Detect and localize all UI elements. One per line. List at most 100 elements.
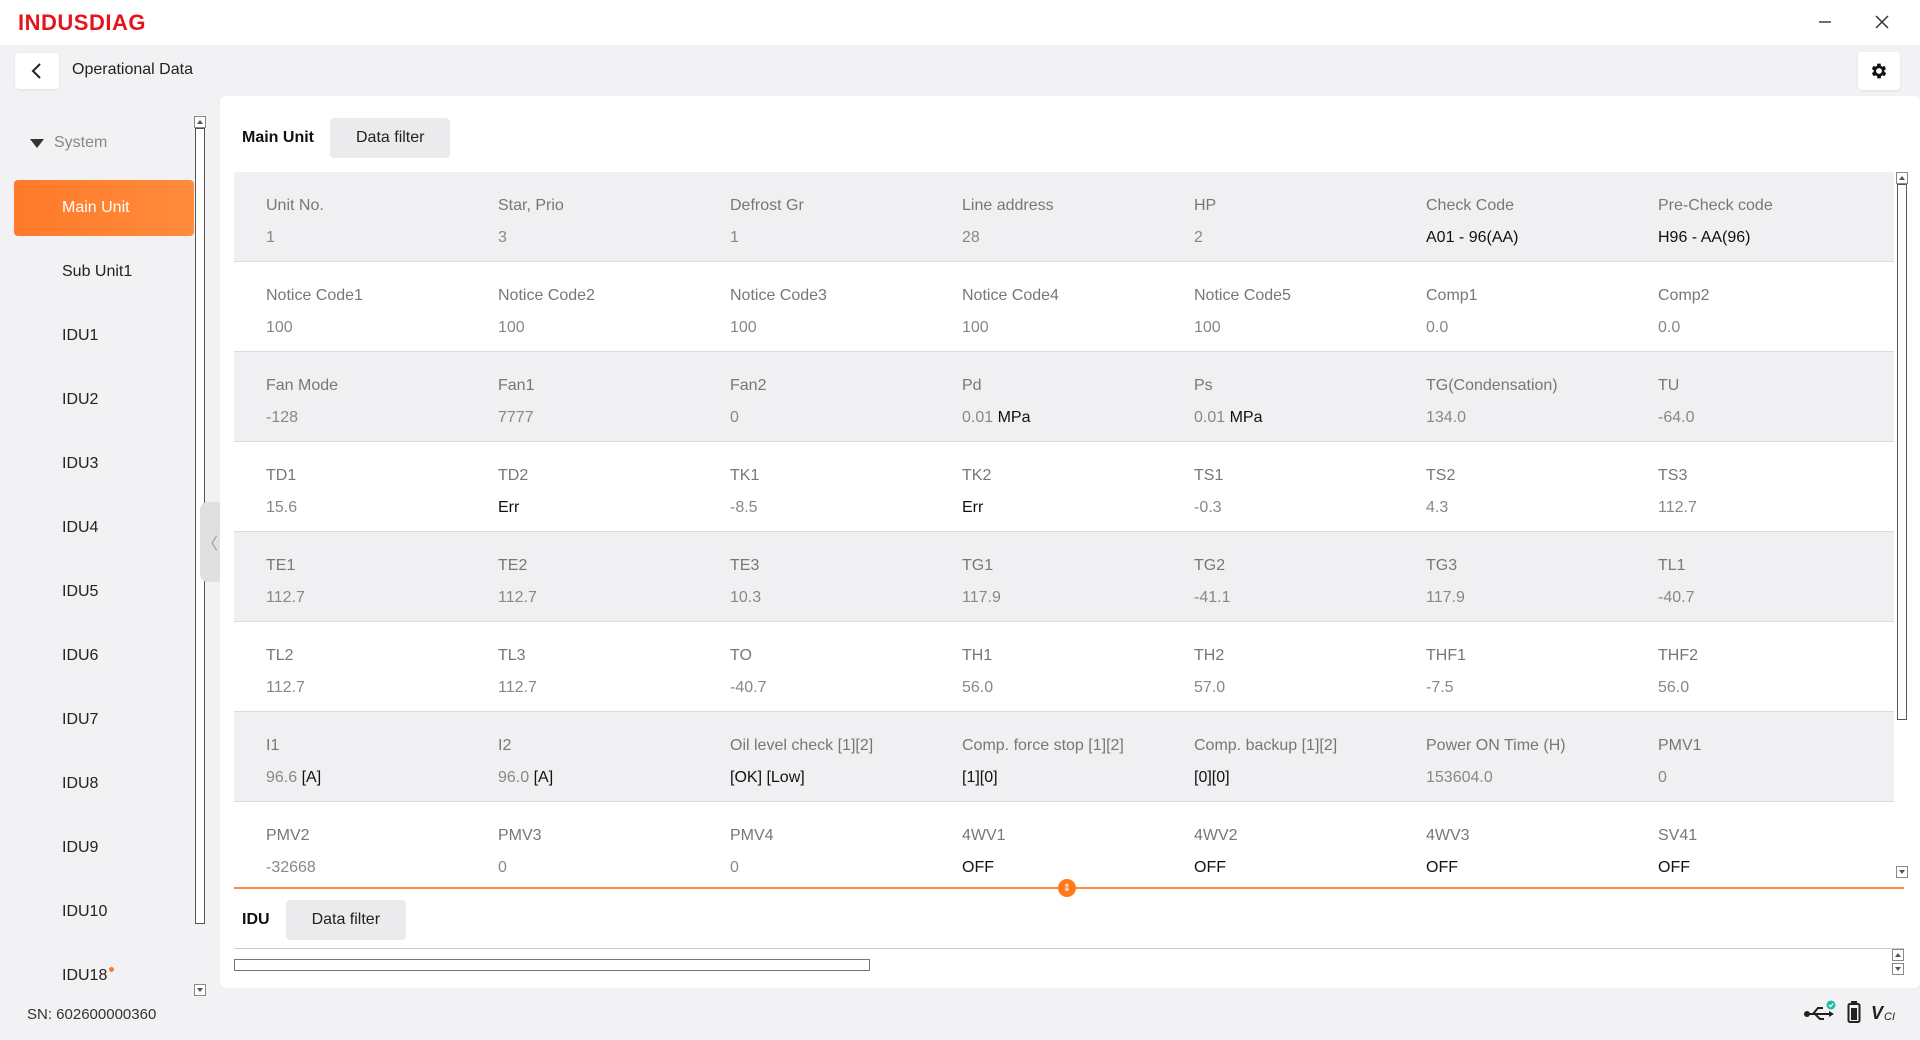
data-value: 4.3 (1426, 492, 1626, 524)
sidebar-item-idu2[interactable]: IDU2 (14, 372, 194, 428)
value-number: 7777 (498, 409, 534, 426)
sidebar-item-idu6[interactable]: IDU6 (14, 628, 194, 684)
sidebar-item-label: IDU2 (62, 391, 99, 408)
data-cell: TE2 112.7 (466, 532, 698, 621)
system-group-toggle[interactable]: System (30, 134, 107, 152)
sidebar-item-idu18[interactable]: IDU18 (14, 948, 194, 1004)
value-number: 100 (266, 319, 293, 336)
data-value: [OK] [Low] (730, 762, 930, 794)
sidebar-item-label: IDU10 (62, 903, 108, 920)
value-number: 57.0 (1194, 679, 1226, 696)
data-cell: PMV1 0 (1626, 712, 1858, 801)
data-label: Defrost Gr (730, 197, 804, 214)
idu-data-filter-button[interactable]: Data filter (285, 900, 407, 940)
data-label: TS3 (1658, 467, 1688, 484)
sidebar-item-idu4[interactable]: IDU4 (14, 500, 194, 556)
data-cell: Ps 0.01 MPa (1162, 352, 1394, 441)
sidebar-item-sub-unit1[interactable]: Sub Unit1 (14, 244, 194, 300)
data-value: Err (498, 492, 698, 524)
chevron-left-icon (31, 63, 41, 79)
settings-button[interactable] (1858, 52, 1900, 90)
scroll-down-arrow[interactable] (1892, 963, 1904, 975)
main-panel: Main Unit Data filter Unit No. 1 Star, Pri… (220, 96, 1920, 988)
minimize-icon (1819, 21, 1831, 23)
data-label: Fan Mode (266, 377, 339, 394)
value-number: 56.0 (1658, 679, 1690, 696)
sidebar-item-main-unit[interactable]: Main Unit (14, 180, 194, 236)
value-number: OFF (962, 859, 994, 876)
splitter-handle-icon[interactable]: ⇕ (1058, 879, 1076, 897)
data-value: 0 (730, 402, 930, 434)
scroll-up-arrow[interactable] (1896, 172, 1908, 184)
data-value: 112.7 (498, 582, 698, 614)
data-label: 4WV2 (1194, 827, 1238, 844)
back-button[interactable] (15, 53, 59, 89)
sidebar-item-idu5[interactable]: IDU5 (14, 564, 194, 620)
data-filter-button[interactable]: Data filter (330, 118, 451, 158)
close-button[interactable] (1862, 6, 1902, 38)
value-number: -0.3 (1194, 499, 1222, 516)
data-value: 112.7 (498, 672, 698, 704)
close-icon (1875, 15, 1889, 29)
chevron-left-icon: 〈 (201, 536, 218, 553)
grid-scroll-thumb[interactable] (1897, 184, 1907, 720)
sidebar-item-idu1[interactable]: IDU1 (14, 308, 194, 364)
sidebar-item-idu9[interactable]: IDU9 (14, 820, 194, 876)
data-label: TS1 (1194, 467, 1224, 484)
data-label: TL3 (498, 647, 526, 664)
data-label: Comp. backup [1][2] (1194, 737, 1338, 754)
value-number: -41.1 (1194, 589, 1231, 606)
scroll-down-arrow[interactable] (194, 984, 206, 996)
value-number: -128 (266, 409, 299, 426)
grid-scrollbar[interactable] (1896, 172, 1908, 878)
tab-main-unit[interactable]: Main Unit (234, 118, 328, 158)
data-label: PMV1 (1658, 737, 1702, 754)
data-value: 100 (266, 312, 466, 344)
scroll-up-arrow[interactable] (194, 116, 206, 128)
serial-number: SN: 602600000360 (27, 1006, 157, 1023)
data-cell: Notice Code1 100 (234, 262, 466, 351)
data-cell: Defrost Gr 1 (698, 172, 930, 261)
data-cell: TG(Condensation) 134.0 (1394, 352, 1626, 441)
vci-icon: V CI (1871, 1003, 1895, 1023)
data-cell: Notice Code4 100 (930, 262, 1162, 351)
sidebar-collapse-handle[interactable]: 〈 (200, 502, 220, 582)
data-value: 112.7 (1658, 492, 1858, 524)
main-unit-tabs: Main Unit Data filter (234, 118, 451, 158)
sidebar-item-idu8[interactable]: IDU8 (14, 756, 194, 812)
data-label: TH1 (962, 647, 993, 664)
sidebar-item-label: Sub Unit1 (62, 263, 133, 280)
data-label: Comp2 (1658, 287, 1710, 304)
data-cell: I1 96.6 [A] (234, 712, 466, 801)
data-cell: Power ON Time (H) 153604.0 (1394, 712, 1626, 801)
sidebar-item-idu3[interactable]: IDU3 (14, 436, 194, 492)
sidebar-item-label: IDU18 (62, 967, 108, 984)
scroll-down-arrow[interactable] (1896, 866, 1908, 878)
scroll-up-arrow[interactable] (1892, 949, 1904, 961)
data-label: THF1 (1426, 647, 1466, 664)
unit-list: Main Unit Sub Unit1 IDU1 IDU2 IDU3 IDU4 IDU5 ID… (14, 180, 194, 1012)
data-label: TE3 (730, 557, 760, 574)
data-value: 28 (962, 222, 1162, 254)
minimize-button[interactable] (1805, 6, 1845, 38)
value-number: -8.5 (730, 499, 758, 516)
data-label: HP (1194, 197, 1217, 214)
data-value: 56.0 (1658, 672, 1858, 704)
svg-text:V: V (1871, 1003, 1885, 1023)
data-cell: TE3 10.3 (698, 532, 930, 621)
sidebar-item-idu10[interactable]: IDU10 (14, 884, 194, 940)
idu-table-hscroll[interactable] (234, 959, 870, 971)
data-row: Notice Code1 100 Notice Code2 100 Notice Cod… (234, 262, 1894, 352)
data-row: I1 96.6 [A] I2 96.0 [A] Oil level check [1][… (234, 712, 1894, 802)
tab-idu[interactable]: IDU (234, 900, 284, 940)
data-cell: PMV4 0 (698, 802, 930, 884)
data-cell: TS2 4.3 (1394, 442, 1626, 531)
sidebar-item-idu7[interactable]: IDU7 (14, 692, 194, 748)
data-value: 7777 (498, 402, 698, 434)
data-cell: TG3 117.9 (1394, 532, 1626, 621)
data-value: [1][0] (962, 762, 1162, 794)
data-label: TU (1658, 377, 1680, 394)
value-number: 3 (498, 229, 507, 246)
data-label: Fan1 (498, 377, 535, 394)
value-number: OFF (1658, 859, 1690, 876)
